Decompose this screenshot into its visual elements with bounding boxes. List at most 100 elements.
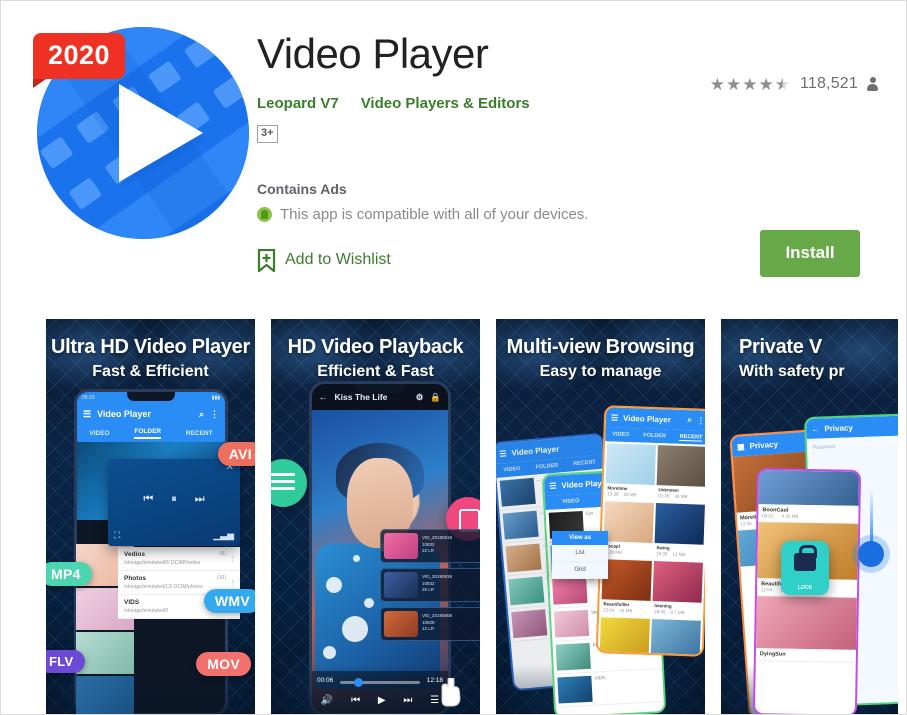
tab-video: VIDEO	[612, 431, 630, 439]
privacy-lock-tile: LOCK	[781, 541, 829, 595]
format-badge-mov: MOV	[196, 652, 251, 676]
star-icon: ★	[709, 74, 725, 94]
hamburger-icon: ☰	[610, 412, 619, 423]
video-size: 29 MB	[623, 491, 637, 498]
playlist-cards: VID_20190819 10832 22 LR VID_20190819 10…	[380, 529, 480, 646]
grid-icon: ▦	[736, 441, 745, 452]
back-arrow-icon: ←	[811, 424, 820, 434]
menu-item-list[interactable]: List	[552, 545, 608, 562]
video-code: 10829	[422, 619, 435, 625]
list-item: Vedios (9) /storage/emulated/0/ DCIM/Ved…	[118, 547, 240, 571]
grid-item: Moretime 13:36 29 MB	[605, 443, 657, 501]
play-triangle-icon	[119, 84, 203, 182]
app-header: 2020 Video Player Leopard V7 Video Playe…	[1, 1, 906, 277]
volume-icon: 🔊	[320, 695, 334, 706]
screenshot-thumbnail[interactable]: Multi-view Browsing Easy to manage ☰ Vid…	[496, 319, 705, 714]
list-item: VID_20190808 10829 12 LR	[380, 607, 480, 641]
video-name: VID_20190819	[422, 535, 453, 540]
format-badge-avi: AVI	[217, 442, 255, 466]
screenshot-thumbnail[interactable]: Private V With safety pr ← Privacy Passw…	[721, 319, 898, 714]
search-icon: ⌕	[198, 408, 204, 419]
play-icon: ▶	[377, 695, 386, 706]
video-size: 46 MB	[674, 493, 688, 500]
tab-video: VIDEO	[89, 430, 110, 437]
view-as-title: View as	[552, 531, 608, 545]
star-icon: ★	[742, 74, 758, 94]
lock-label: LOCK	[797, 585, 813, 591]
more-icon: ⋮	[696, 415, 705, 426]
floating-mini-player: ✕ ⏮ ⏸ ⏭ ⛶ ▁▃▅	[108, 459, 240, 546]
video-duration: 12:04	[760, 587, 773, 593]
file-path: /storage/emulated/0/ DCIM/Vedios	[124, 560, 201, 566]
next-icon: ⏭	[403, 695, 413, 706]
tab-folder: FOLDER	[535, 462, 559, 471]
tab-recent: RECENT	[573, 459, 597, 468]
search-icon: ⌕	[687, 415, 693, 425]
grid-item: Escapl 4.38 MB	[603, 501, 654, 559]
file-count: (10)	[217, 575, 226, 581]
content-rating-badge: 3+	[257, 125, 278, 143]
list-item: VID_20190819 10832 22 LR	[380, 529, 480, 563]
wishlist-label: Add to Wishlist	[285, 251, 391, 269]
tab-video: VIDEO	[503, 465, 521, 474]
video-duration: 28:45	[654, 609, 666, 615]
phone-mockup-front: ☰ Video Player ⌕ ⋮ VIDEO FOLDER RECENT M…	[595, 405, 705, 657]
video-name: DyingSun	[759, 651, 786, 658]
grid-item	[599, 617, 650, 657]
hamburger-icon: ☰	[498, 448, 507, 459]
android-icon	[257, 206, 272, 222]
menu-item-grid[interactable]: Grid	[552, 562, 608, 579]
view-as-menu[interactable]: View as List Grid	[552, 531, 608, 579]
more-icon: ⋮	[229, 556, 236, 563]
video-code: 10832	[422, 541, 435, 547]
phone-tab-bar: VIDEO FOLDER RECENT	[77, 425, 225, 442]
add-to-wishlist-button[interactable]: Add to Wishlist	[257, 248, 391, 272]
bookmark-plus-icon	[257, 248, 276, 272]
video-duration: 16:36	[656, 551, 668, 557]
settings-icon: ⚙	[415, 391, 424, 402]
developer-link[interactable]: Leopard V7	[257, 95, 339, 112]
compatibility-row: This app is compatible with all of your …	[257, 206, 882, 223]
phone-app-title: Video Player	[511, 443, 560, 458]
app-meta-row: Leopard V7 Video Players & Editors	[257, 95, 882, 112]
player-title: Kiss The Life	[334, 392, 388, 402]
more-icon: ⋮	[229, 580, 236, 587]
sync-node-icon	[858, 541, 884, 567]
year-badge: 2020	[33, 33, 126, 88]
video-duration: 13:36	[607, 491, 619, 497]
video-name: VID_20190819	[422, 574, 453, 579]
video-duration: 01:36	[658, 493, 670, 499]
tab-folder: FOLDER	[643, 432, 666, 440]
equalizer-icon: ▁▃▅	[213, 530, 234, 540]
seek-bar[interactable]	[340, 678, 420, 687]
install-button[interactable]: Install	[760, 229, 860, 277]
screenshot-strip: Ultra HD Video Player Fast & Efficient 0…	[46, 319, 898, 714]
phone-screen-title: Privacy	[749, 439, 779, 451]
current-time: 00:06	[317, 677, 334, 684]
contains-ads-label: Contains Ads	[257, 180, 347, 197]
category-link[interactable]: Video Players & Editors	[361, 95, 530, 112]
back-arrow-icon: ←	[319, 392, 328, 402]
grid-item	[650, 618, 701, 657]
screenshot-thumbnail[interactable]: Ultra HD Video Player Fast & Efficient 0…	[46, 319, 255, 714]
prev-icon: ⏮	[143, 493, 154, 505]
lock-icon: 🔒	[430, 391, 441, 402]
video-name: VID_20190808	[422, 613, 453, 618]
pause-icon: ⏸	[171, 493, 177, 505]
video-size: 12 LR	[422, 626, 435, 632]
ads-section: Contains Ads This app is compatible with…	[257, 181, 882, 223]
video-duration: 03:02	[762, 513, 774, 519]
screenshot-thumbnail[interactable]: HD Video Playback Efficient & Fast ← Kis…	[271, 319, 480, 714]
app-info: Video Player Leopard V7 Video Players & …	[257, 19, 882, 277]
prev-icon: ⏮	[351, 695, 361, 706]
video-size: 12 MB	[672, 551, 686, 558]
star-icon: ★	[758, 74, 774, 94]
person-icon	[867, 76, 878, 92]
video-grid: Moretime 13:3629 MB Unknown 01:3646 MB	[597, 441, 705, 657]
half-star-icon: ★	[774, 74, 790, 94]
video-size: 9.7 MB	[670, 609, 685, 616]
fullscreen-icon: ⛶	[114, 530, 121, 540]
play-store-app-page: 2020 Video Player Leopard V7 Video Playe…	[0, 0, 907, 715]
phone-app-title: Video Player	[97, 409, 151, 419]
tab-recent: RECENT	[185, 430, 213, 437]
